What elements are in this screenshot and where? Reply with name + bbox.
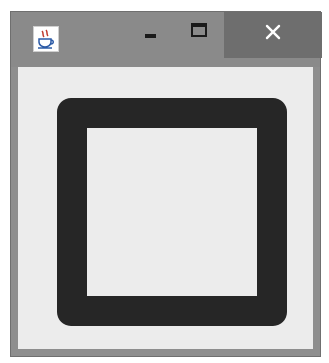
close-button[interactable] bbox=[224, 12, 322, 58]
maximize-icon bbox=[191, 23, 207, 37]
content-area bbox=[18, 67, 313, 349]
minimize-button[interactable] bbox=[129, 12, 175, 58]
minimize-icon bbox=[145, 34, 156, 38]
title-bar[interactable] bbox=[11, 12, 322, 67]
close-icon bbox=[265, 24, 281, 40]
java-coffee-cup-icon[interactable] bbox=[33, 26, 59, 52]
rounded-square-shape bbox=[57, 98, 287, 326]
maximize-button[interactable] bbox=[175, 12, 221, 58]
app-window bbox=[10, 11, 322, 357]
